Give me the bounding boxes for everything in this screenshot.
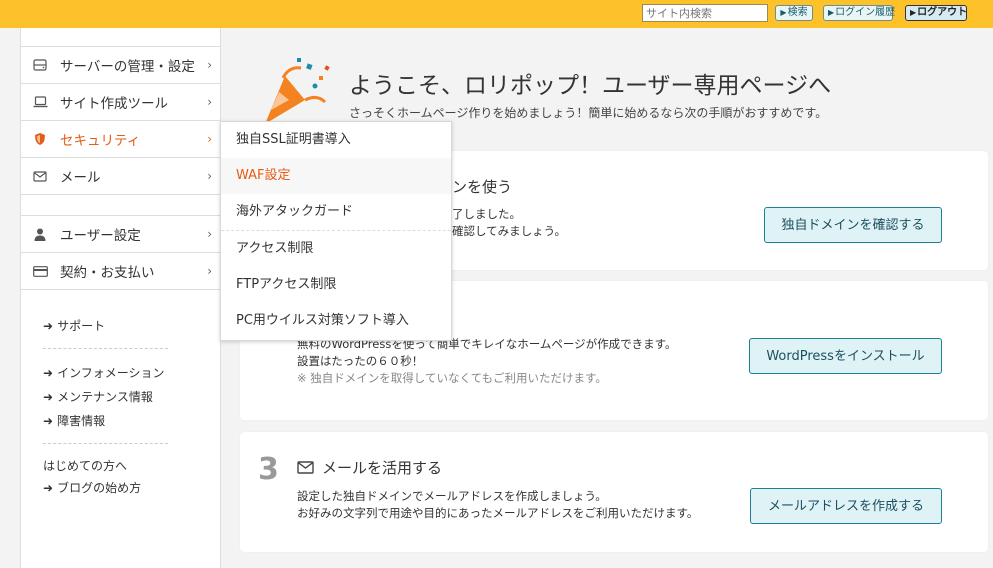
login-history-button[interactable]: ▶ログイン履歴 xyxy=(823,5,896,21)
sidebar-item-mail[interactable]: メール › xyxy=(21,158,220,195)
step-desc-line: 了しました。 xyxy=(452,207,521,221)
menu-item-ftp-restriction[interactable]: FTPアクセス制限 xyxy=(221,267,451,303)
arrow-right-icon: ➜ xyxy=(43,319,54,333)
page-subtitle: さっそくホームページ作りを始めましょう！簡単に始めるなら次の手順がおすすめです。 xyxy=(349,106,828,120)
menu-item-access-restriction[interactable]: アクセス制限 xyxy=(221,230,451,267)
arrow-right-icon: ➜ xyxy=(43,390,54,404)
chevron-right-icon: › xyxy=(207,95,212,109)
login-history-label: ログイン履歴 xyxy=(835,7,896,18)
page-title: ようこそ、ロリポップ！ユーザー専用ページへ xyxy=(349,73,832,99)
menu-item-attack-guard[interactable]: 海外アタックガード xyxy=(221,194,451,230)
sidebar-item-contract-payment[interactable]: 契約・お支払い › xyxy=(21,253,220,290)
user-icon xyxy=(32,228,48,241)
step-desc-line: 確認してみましょう。 xyxy=(452,224,566,238)
play-arrow-icon: ▶ xyxy=(828,8,835,17)
step-description: 了しました。 確認してみましょう。 xyxy=(452,206,566,240)
search-button[interactable]: ▶検索 xyxy=(775,5,813,21)
support-link[interactable]: ➜ サポート xyxy=(43,314,220,338)
sidebar-account-group: ユーザー設定 › 契約・お支払い › xyxy=(21,215,220,290)
sidebar: サーバーの管理・設定 › サイト作成ツール › セキュリティ › メール › ユ… xyxy=(20,28,221,568)
sidebar-item-user-settings[interactable]: ユーザー設定 › xyxy=(21,216,220,253)
step-desc-line: お好みの文字列で用途や目的にあったメールアドレスをご利用いただけます。 xyxy=(297,506,699,520)
logout-button[interactable]: ▶ログアウト xyxy=(905,5,967,21)
laptop-icon xyxy=(32,96,48,108)
blog-start-link-label: ブログの始め方 xyxy=(57,481,142,495)
menu-item-antivirus[interactable]: PC用ウイルス対策ソフト導入 xyxy=(221,303,451,339)
check-domain-button[interactable]: 独自ドメインを確認する xyxy=(764,207,942,243)
sidebar-item-label: メール xyxy=(60,170,101,186)
credit-card-icon xyxy=(32,265,48,277)
step-title-label: メールを活用する xyxy=(322,459,443,477)
sidebar-item-site-tools[interactable]: サイト作成ツール › xyxy=(21,84,220,121)
arrow-right-icon: ➜ xyxy=(43,481,54,495)
step-title: ンを使う xyxy=(452,178,513,196)
step-desc-line: 設置はたったの６０秒！ xyxy=(297,354,424,368)
menu-item-ssl[interactable]: 独自SSL証明書導入 xyxy=(221,122,451,158)
site-search-input[interactable] xyxy=(642,4,768,22)
beginners-label: はじめての方へ xyxy=(43,459,128,473)
server-icon xyxy=(32,59,48,71)
chevron-right-icon: › xyxy=(207,264,212,278)
step-desc-line: 設定した独自ドメインでメールアドレスを作成しましょう。 xyxy=(297,489,607,503)
security-submenu: 独自SSL証明書導入 WAF設定 海外アタックガード アクセス制限 FTPアクセ… xyxy=(220,121,452,341)
information-link[interactable]: ➜ インフォメーション xyxy=(43,361,220,385)
chevron-right-icon: › xyxy=(207,58,212,72)
failure-info-link[interactable]: ➜ 障害情報 xyxy=(43,409,220,433)
sidebar-item-label: サイト作成ツール xyxy=(60,96,168,112)
mail-icon xyxy=(297,461,314,474)
support-link-label: サポート xyxy=(57,319,106,333)
mail-icon xyxy=(32,170,48,182)
step-number: 3 xyxy=(258,452,279,487)
logout-label: ログアウト xyxy=(917,7,968,18)
sidebar-main-group: サーバーの管理・設定 › サイト作成ツール › セキュリティ › メール › xyxy=(21,46,220,195)
information-link-label: インフォメーション xyxy=(57,366,165,380)
arrow-right-icon: ➜ xyxy=(43,366,54,380)
sidebar-item-label: ユーザー設定 xyxy=(60,228,141,244)
sidebar-item-label: サーバーの管理・設定 xyxy=(60,59,195,75)
sidebar-links: ➜ サポート ➜ インフォメーション ➜ メンテナンス情報 ➜ 障害情報 はじめての方へ… xyxy=(21,314,220,500)
chevron-right-icon: › xyxy=(207,227,212,241)
sidebar-item-server-settings[interactable]: サーバーの管理・設定 › xyxy=(21,47,220,84)
play-arrow-icon: ▶ xyxy=(910,8,917,17)
menu-item-waf[interactable]: WAF設定 xyxy=(221,158,451,194)
sidebar-item-label: 契約・お支払い xyxy=(60,265,155,281)
step-title: メールを活用する xyxy=(297,457,442,478)
sidebar-item-security[interactable]: セキュリティ › xyxy=(21,121,220,158)
maintenance-link-label: メンテナンス情報 xyxy=(57,390,153,404)
divider xyxy=(43,348,168,349)
create-mail-address-button[interactable]: メールアドレスを作成する xyxy=(750,488,942,524)
step-card-mail: 3 メールを活用する 設定した独自ドメインでメールアドレスを作成しましょう。 お… xyxy=(240,432,988,552)
step-description: 無料のWordPressを使って簡単でキレイなホームページが作成できます。 設置… xyxy=(297,336,677,387)
shield-icon xyxy=(32,132,48,146)
install-wordpress-button[interactable]: WordPressをインストール xyxy=(749,338,942,374)
maintenance-link[interactable]: ➜ メンテナンス情報 xyxy=(43,385,220,409)
arrow-right-icon: ➜ xyxy=(43,414,54,428)
sidebar-item-label: セキュリティ xyxy=(60,133,141,149)
step-description: 設定した独自ドメインでメールアドレスを作成しましょう。 お好みの文字列で用途や目… xyxy=(297,488,698,522)
top-header: ▶検索 ▶ログイン履歴 ▶ログアウト xyxy=(0,0,993,28)
blog-start-link[interactable]: ➜ ブログの始め方 xyxy=(43,476,220,500)
chevron-right-icon: › xyxy=(207,169,212,183)
failure-info-link-label: 障害情報 xyxy=(57,414,106,428)
play-arrow-icon: ▶ xyxy=(780,8,787,17)
step-note: ※ 独自ドメインを取得していなくてもご利用いただけます。 xyxy=(297,371,607,385)
search-button-label: 検索 xyxy=(787,7,808,18)
divider xyxy=(43,443,168,444)
chevron-right-icon: › xyxy=(207,132,212,146)
